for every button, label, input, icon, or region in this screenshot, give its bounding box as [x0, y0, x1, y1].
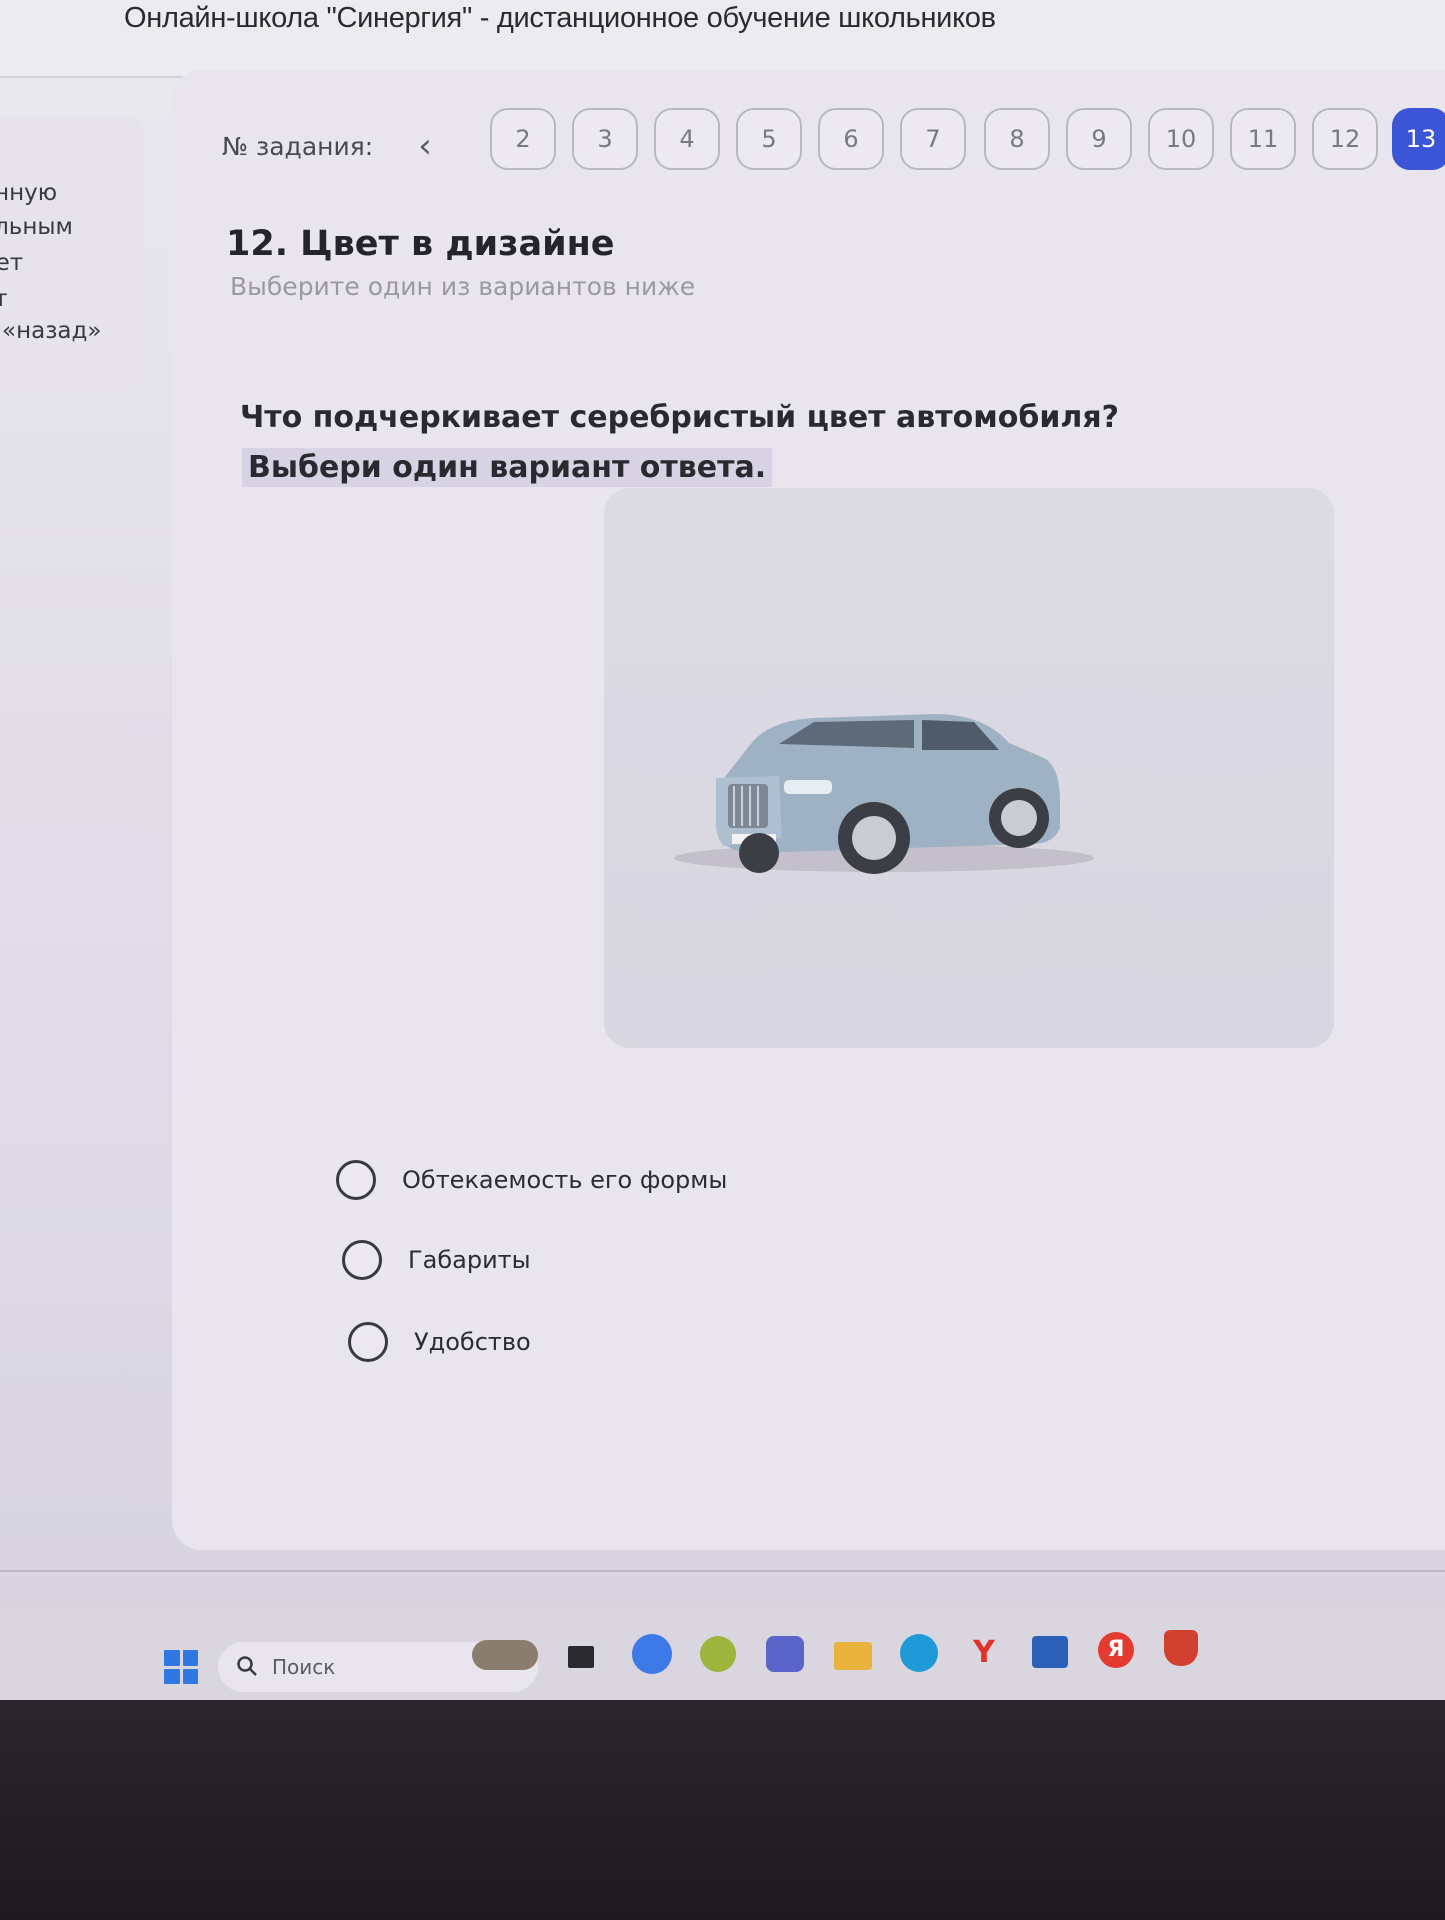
taskbar: Поиск Y Я [0, 1606, 1445, 1700]
file-explorer-icon[interactable] [834, 1642, 872, 1670]
task-button-9[interactable]: 9 [1066, 108, 1132, 170]
question-text: Что подчеркивает серебристый цвет автомо… [240, 400, 1119, 435]
task-button-8[interactable]: 8 [984, 108, 1050, 170]
shield-app-icon[interactable] [1164, 1630, 1198, 1666]
question-instruction: Выбери один вариант ответа. [242, 448, 773, 487]
answer-label[interactable]: Обтекаемость его формы [402, 1166, 727, 1194]
task-view-icon[interactable] [568, 1646, 594, 1668]
left-sidebar-panel: онную альным цет ет «назад» [0, 118, 145, 396]
monitor-bezel [0, 1700, 1445, 1920]
task-button-12[interactable]: 12 [1312, 108, 1378, 170]
widgets-icon[interactable] [472, 1640, 538, 1670]
answer-label[interactable]: Габариты [408, 1246, 531, 1274]
search-placeholder: Поиск [272, 1655, 336, 1679]
task-button-2[interactable]: 2 [490, 108, 556, 170]
answer-label[interactable]: Удобство [414, 1328, 531, 1356]
silver-car-image [674, 714, 1094, 874]
answer-option-2[interactable]: Габариты [342, 1238, 531, 1282]
task-button-7[interactable]: 7 [900, 108, 966, 170]
yandex-browser-icon[interactable]: Y [968, 1636, 1000, 1670]
sidebar-text-line: онную [0, 180, 58, 206]
edge-icon[interactable] [900, 1634, 938, 1672]
chevron-left-icon[interactable]: ‹ [408, 126, 442, 166]
answer-option-3[interactable]: Удобство [348, 1320, 531, 1364]
yandex-icon[interactable]: Я [1098, 1632, 1134, 1668]
sidebar-text-line: альным [0, 214, 73, 240]
window-titlebar: Онлайн-школа "Синергия" - дистанционное … [0, 0, 1445, 78]
windows-start-icon[interactable] [164, 1650, 198, 1684]
task-button-5[interactable]: 5 [736, 108, 802, 170]
task-button-13-active[interactable]: 13 [1392, 108, 1445, 170]
task-number-label: № задания: [222, 132, 374, 161]
window-title: Онлайн-школа "Синергия" - дистанционное … [124, 2, 996, 34]
question-image [604, 488, 1334, 1048]
radio-button[interactable] [336, 1160, 376, 1200]
sidebar-back-link[interactable]: «назад» [2, 318, 102, 344]
screen: Онлайн-школа "Синергия" - дистанционное … [0, 0, 1445, 1700]
task-button-10[interactable]: 10 [1148, 108, 1214, 170]
plus-app-icon[interactable] [700, 1636, 736, 1672]
task-button-11[interactable]: 11 [1230, 108, 1296, 170]
radio-button[interactable] [348, 1322, 388, 1362]
sidebar-text-line: цет [0, 250, 24, 276]
sidebar-text-line: ет [0, 286, 8, 312]
radio-button[interactable] [342, 1240, 382, 1280]
task-button-4[interactable]: 4 [654, 108, 720, 170]
answer-option-1[interactable]: Обтекаемость его формы [336, 1158, 727, 1202]
task-button-3[interactable]: 3 [572, 108, 638, 170]
zoom-icon[interactable] [632, 1634, 672, 1674]
task-button-6[interactable]: 6 [818, 108, 884, 170]
store-icon[interactable] [1032, 1636, 1068, 1668]
search-icon [237, 1656, 257, 1676]
teams-icon[interactable] [766, 1636, 804, 1672]
section-title: 12. Цвет в дизайне [226, 224, 615, 264]
divider [0, 1570, 1445, 1572]
section-subtitle: Выберите один из вариантов ниже [230, 272, 696, 301]
